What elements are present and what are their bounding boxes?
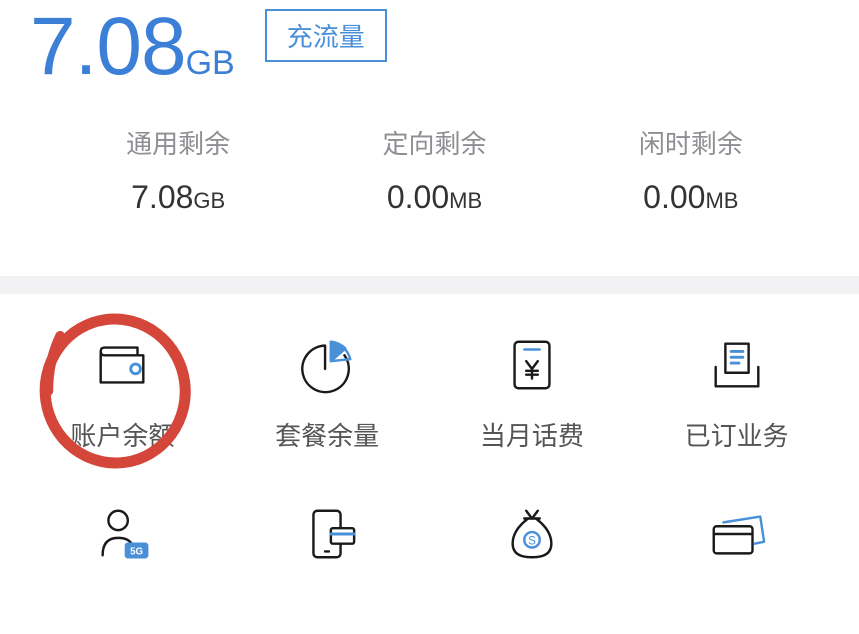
menu-subscribed-label: 已订业务 xyxy=(685,416,789,453)
menu-item-monthly-bill[interactable]: 当月话费 xyxy=(430,334,635,453)
menu-item-balance[interactable]: 账户余额 xyxy=(20,334,225,453)
stat-general-value: 7.08 xyxy=(131,179,193,215)
wallet-icon xyxy=(91,334,153,396)
menu-item-phone-card[interactable] xyxy=(225,503,430,565)
credit-cards-icon xyxy=(706,503,768,565)
data-stats-row: 通用剩余 7.08GB 定向剩余 0.00MB 闲时剩余 0.00MB xyxy=(30,124,839,216)
total-data-value: 7.08 xyxy=(30,1,186,92)
menu-icon-grid: 账户余额 套餐余量 当月话费 已订业务 5 xyxy=(0,294,859,565)
stat-idle-unit: MB xyxy=(705,188,738,213)
stat-directional-label: 定向剩余 xyxy=(382,124,486,161)
menu-item-package[interactable]: 套餐余量 xyxy=(225,334,430,453)
stat-idle-value: 0.00 xyxy=(643,179,705,215)
bill-yen-icon xyxy=(501,334,563,396)
stat-directional-remaining[interactable]: 定向剩余 0.00MB xyxy=(382,124,486,216)
stat-general-unit: GB xyxy=(193,188,225,213)
phone-card-icon xyxy=(296,503,358,565)
menu-item-cards[interactable] xyxy=(634,503,839,565)
menu-balance-label: 账户余额 xyxy=(70,416,174,453)
stat-general-label: 通用剩余 xyxy=(126,124,230,161)
user-5g-icon: 5G xyxy=(91,503,153,565)
section-divider xyxy=(0,276,859,294)
menu-item-money-bag[interactable]: S xyxy=(430,503,635,565)
menu-item-subscribed[interactable]: 已订业务 xyxy=(634,334,839,453)
recharge-data-button[interactable]: 充流量 xyxy=(265,9,387,62)
stat-idle-label: 闲时剩余 xyxy=(639,124,743,161)
inbox-document-icon xyxy=(706,334,768,396)
stat-directional-value: 0.00 xyxy=(387,179,449,215)
stat-directional-unit: MB xyxy=(449,188,482,213)
svg-text:5G: 5G xyxy=(130,546,143,557)
stat-idle-remaining[interactable]: 闲时剩余 0.00MB xyxy=(639,124,743,216)
money-bag-icon: S xyxy=(501,503,563,565)
menu-item-5g-user[interactable]: 5G xyxy=(20,503,225,565)
total-data-unit: GB xyxy=(186,44,235,82)
stat-general-remaining[interactable]: 通用剩余 7.08GB xyxy=(126,124,230,216)
svg-text:S: S xyxy=(528,535,536,548)
total-data-display: 7.08GB 充流量 xyxy=(30,0,839,94)
pie-chart-icon xyxy=(296,334,358,396)
menu-package-label: 套餐余量 xyxy=(275,416,379,453)
menu-monthly-bill-label: 当月话费 xyxy=(480,416,584,453)
